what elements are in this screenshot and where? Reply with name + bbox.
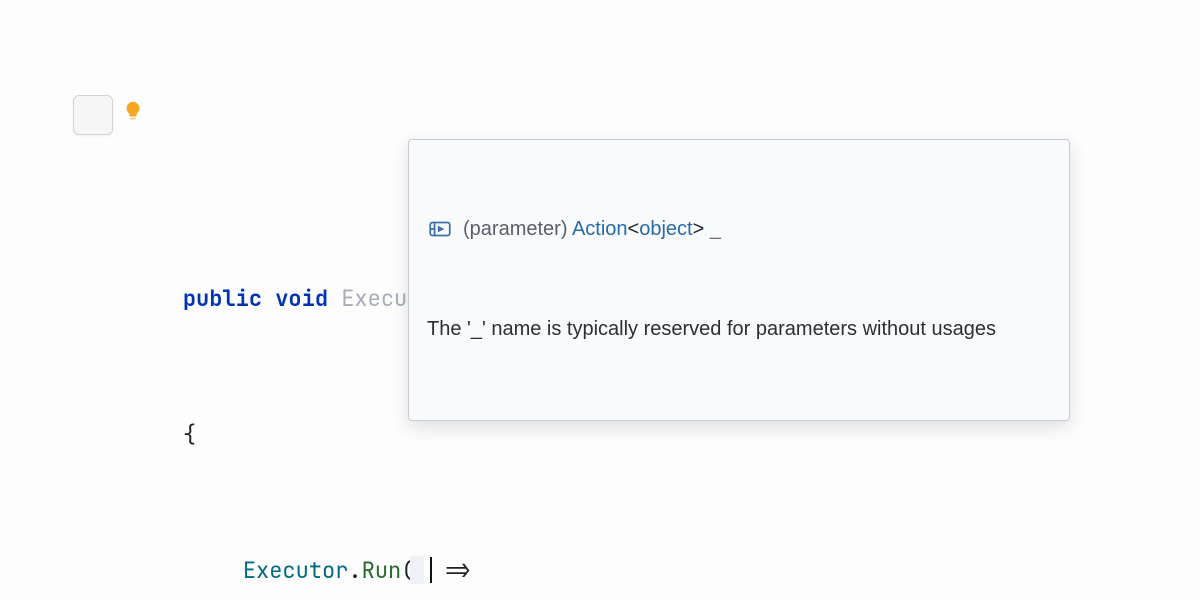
parameter-icon [427,216,453,242]
lightbulb-icon [42,64,143,166]
tooltip-type: Action [572,218,628,240]
lambda-arrow: => [431,556,471,585]
punct-dot: . [348,556,361,585]
code-editor[interactable]: public void ExecuteAsynchronously() { Ex… [0,0,1200,600]
punct: > [693,218,705,240]
punct: < [628,218,640,240]
tooltip-param-name: _ [704,218,721,240]
code-line[interactable]: Executor.Run( => [0,520,1200,554]
method-run: Run [362,556,402,585]
tooltip-param-label: (parameter) [463,218,567,240]
text-caret [414,554,431,588]
lightbulb-button[interactable] [73,95,113,135]
brace-open: { [183,420,196,449]
keyword-public: public [183,284,262,313]
type-executor: Executor [243,556,349,585]
tooltip-generic-type: object [639,218,692,240]
tooltip-body: The '_' name is typically reserved for p… [409,310,1069,360]
keyword-void: void [275,284,328,313]
quickinfo-tooltip: (parameter) Action<object> _ The '_' nam… [408,139,1070,421]
